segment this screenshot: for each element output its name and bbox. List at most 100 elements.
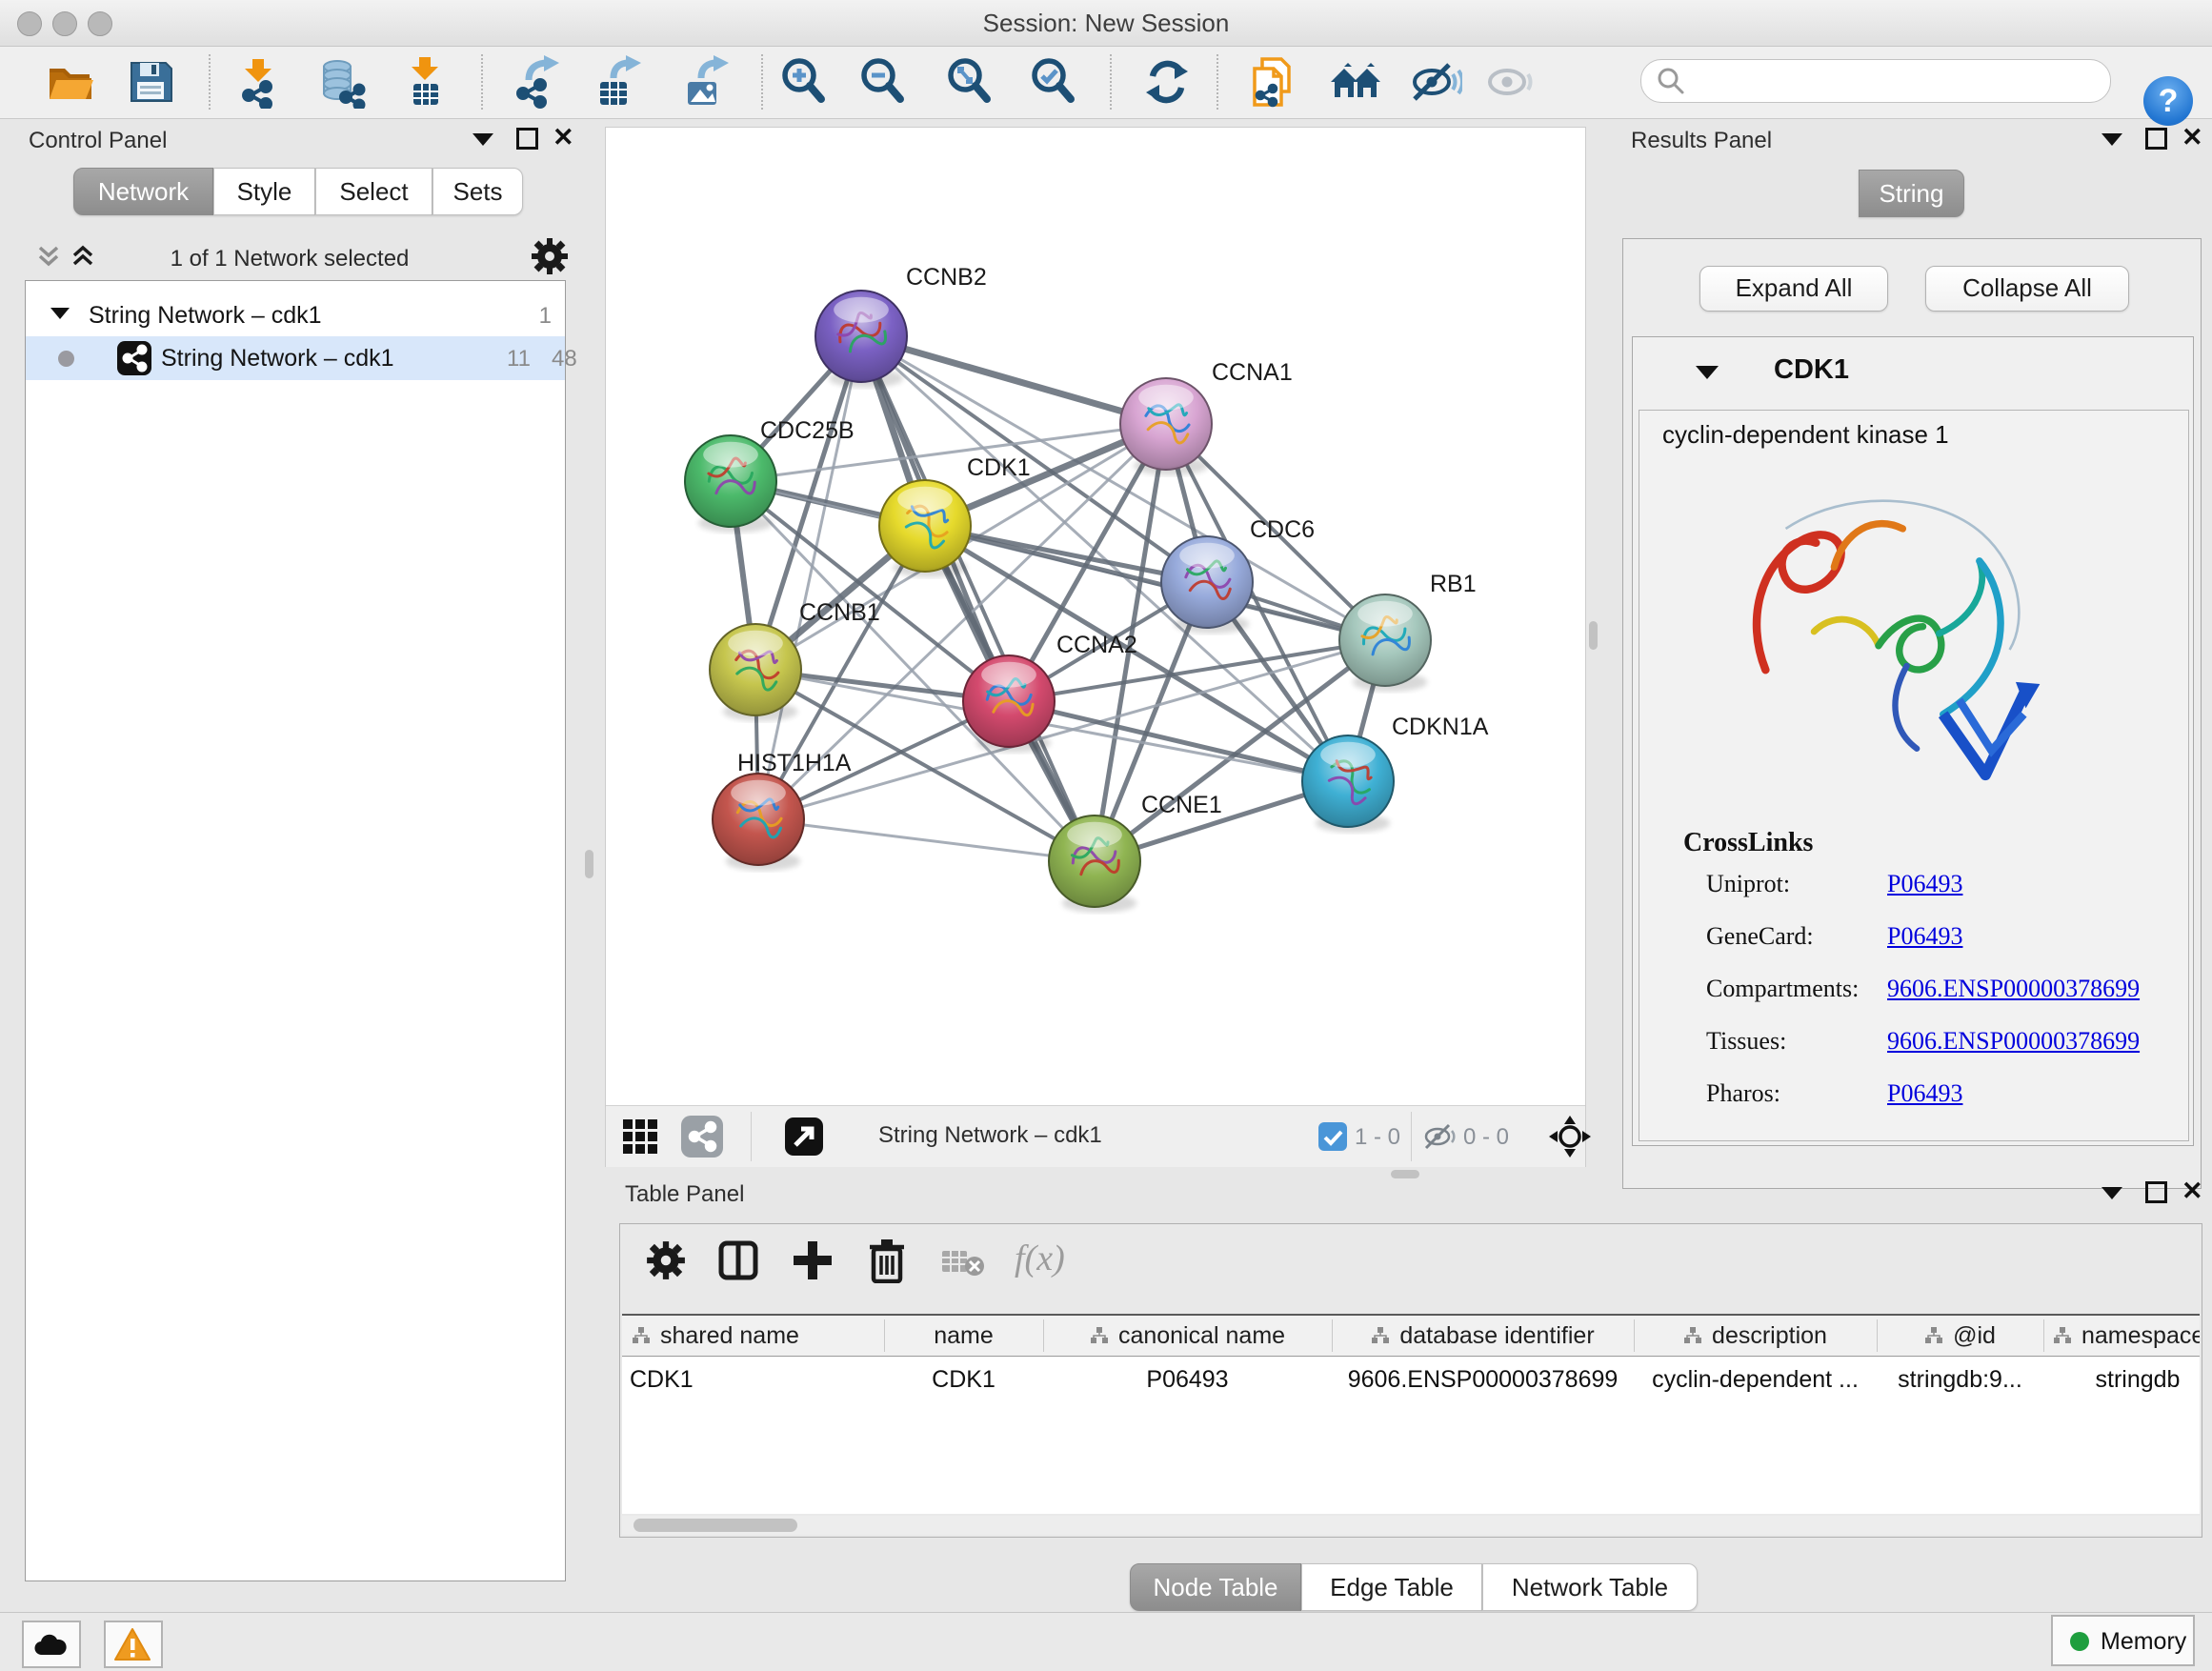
table-hscrollbar[interactable] [622,1516,2200,1535]
column-resize-handle[interactable] [2043,1319,2044,1352]
network-view[interactable]: CCNB2CCNA1CDC25BCDK1CDC6RB1CCNB1CCNA2CDK… [605,127,1586,1167]
delete-column-icon[interactable] [866,1238,908,1283]
zoom-in-icon[interactable] [776,55,830,109]
column-resize-handle[interactable] [1634,1319,1635,1352]
tab-node-table[interactable]: Node Table [1130,1563,1301,1611]
control-panel-menu-icon[interactable] [473,133,493,146]
network-node-CDKN1A[interactable] [1302,735,1394,833]
panel-drag-handle[interactable] [1589,621,1598,650]
new-network-from-selection-icon[interactable] [1247,55,1300,109]
results-panel-menu-icon[interactable] [2101,133,2122,146]
column-header-shared-name[interactable]: shared name [622,1316,894,1356]
network-node-CCNB1[interactable] [710,624,801,721]
table-cell[interactable]: 9606.ENSP00000378699 [1332,1357,1634,1402]
tab-network-table[interactable]: Network Table [1482,1563,1698,1611]
column-header-name[interactable]: name [884,1316,1043,1356]
column-resize-handle[interactable] [884,1319,885,1352]
crosslink-link[interactable]: 9606.ENSP00000378699 [1887,1027,2140,1056]
apply-layout-icon[interactable] [1140,55,1194,109]
network-node-HIST1H1A[interactable] [713,774,804,871]
network-share-toggle-icon[interactable] [681,1116,723,1158]
tab-select[interactable]: Select [315,168,432,215]
pan-crosshair-icon[interactable] [1549,1116,1591,1158]
zoom-fit-icon[interactable] [942,55,995,109]
table-panel-close-icon[interactable]: ✕ [2182,1181,2203,1200]
column-resize-handle[interactable] [1877,1319,1878,1352]
collection-expander-icon[interactable] [50,308,70,319]
tab-network[interactable]: Network [73,168,213,215]
table-cell[interactable]: CDK1 [622,1357,892,1402]
table-cell[interactable]: cyclin-dependent ... [1634,1357,1877,1402]
network-node-CDK1[interactable] [879,480,971,577]
network-node-RB1[interactable] [1339,594,1431,692]
zoom-selected-icon[interactable] [1026,55,1079,109]
results-panel-float-icon[interactable] [2145,128,2167,150]
column-header--id[interactable]: @id [1877,1316,2043,1356]
network-node-CCNA1[interactable] [1120,378,1212,475]
table-cell-value: stringdb:9... [1898,1366,2022,1394]
table-cell[interactable]: stringdb [2043,1357,2200,1402]
table-cell[interactable]: CDK1 [884,1357,1043,1402]
crosslink-link[interactable]: P06493 [1887,870,1962,898]
save-session-icon[interactable] [124,55,177,109]
table-cell[interactable]: stringdb:9... [1877,1357,2043,1402]
network-collection-row[interactable]: String Network – cdk1 1 [26,294,565,336]
network-node-CDC25B[interactable] [685,435,776,533]
hscrollbar-thumb[interactable] [633,1519,797,1532]
column-resize-handle[interactable] [1332,1319,1333,1352]
table-panel-float-icon[interactable] [2145,1181,2167,1203]
cloud-button[interactable] [22,1621,81,1668]
network-graph[interactable]: CCNB2CCNA1CDC25BCDK1CDC6RB1CCNB1CCNA2CDK… [606,128,1585,1105]
search-input[interactable] [1691,64,2095,98]
warnings-button[interactable] [104,1621,163,1668]
show-all-icon[interactable] [1484,55,1538,109]
birdseye-toggle-icon[interactable] [785,1117,823,1156]
column-header-label: @id [1953,1322,1996,1350]
import-network-icon[interactable] [231,55,285,109]
table-header-row: shared namenamecanonical namedatabase id… [622,1314,2200,1357]
column-resize-handle[interactable] [1043,1319,1044,1352]
network-options-gear-icon[interactable] [530,236,570,276]
table-panel-menu-icon[interactable] [2101,1187,2122,1199]
crosslink-link[interactable]: P06493 [1887,1079,1962,1108]
crosslink-link[interactable]: 9606.ENSP00000378699 [1887,975,2140,1003]
help-button[interactable]: ? [2143,76,2193,126]
network-node-CDC6[interactable] [1161,536,1253,634]
export-network-icon[interactable] [510,55,563,109]
column-header-database-identifier[interactable]: database identifier [1332,1316,1634,1356]
table-cell[interactable]: P06493 [1043,1357,1332,1402]
export-table-icon[interactable] [591,55,644,109]
memory-button[interactable]: Memory [2051,1615,2195,1666]
control-panel-float-icon[interactable] [516,128,538,150]
hide-selected-icon[interactable] [1409,55,1462,109]
network-node-CCNE1[interactable] [1049,815,1140,913]
table-options-gear-icon[interactable] [645,1239,687,1281]
control-panel-close-icon[interactable]: ✕ [553,128,574,147]
import-table-icon[interactable] [398,55,452,109]
hidden-eye-icon[interactable] [1423,1122,1459,1151]
protein-section-expander-icon[interactable] [1696,366,1719,379]
tab-edge-table[interactable]: Edge Table [1301,1563,1482,1611]
selected-nodes-checkbox-icon[interactable] [1318,1122,1347,1151]
collapse-all-button[interactable]: Collapse All [1925,266,2129,312]
import-network-database-icon[interactable] [312,55,366,109]
panel-drag-handle[interactable] [585,850,593,878]
column-header-namespace[interactable]: namespace [2043,1316,2200,1356]
open-session-icon[interactable] [44,55,97,109]
add-column-icon[interactable] [792,1239,834,1281]
column-header-description[interactable]: description [1634,1316,1877,1356]
network-row-selected[interactable]: String Network – cdk1 11 48 [26,336,565,380]
export-image-icon[interactable] [678,55,732,109]
first-neighbors-icon[interactable] [1329,55,1382,109]
tab-sets[interactable]: Sets [432,168,523,215]
crosslink-link[interactable]: P06493 [1887,922,1962,951]
tab-style[interactable]: Style [213,168,315,215]
column-header-canonical-name[interactable]: canonical name [1043,1316,1332,1356]
zoom-out-icon[interactable] [855,55,909,109]
show-columns-icon[interactable] [717,1239,759,1281]
crosslink-label: Uniprot: [1706,870,1790,898]
expand-all-button[interactable]: Expand All [1699,266,1888,312]
results-panel-close-icon[interactable]: ✕ [2182,128,2203,147]
grid-view-icon[interactable] [623,1119,663,1154]
tab-string[interactable]: String [1859,170,1964,217]
